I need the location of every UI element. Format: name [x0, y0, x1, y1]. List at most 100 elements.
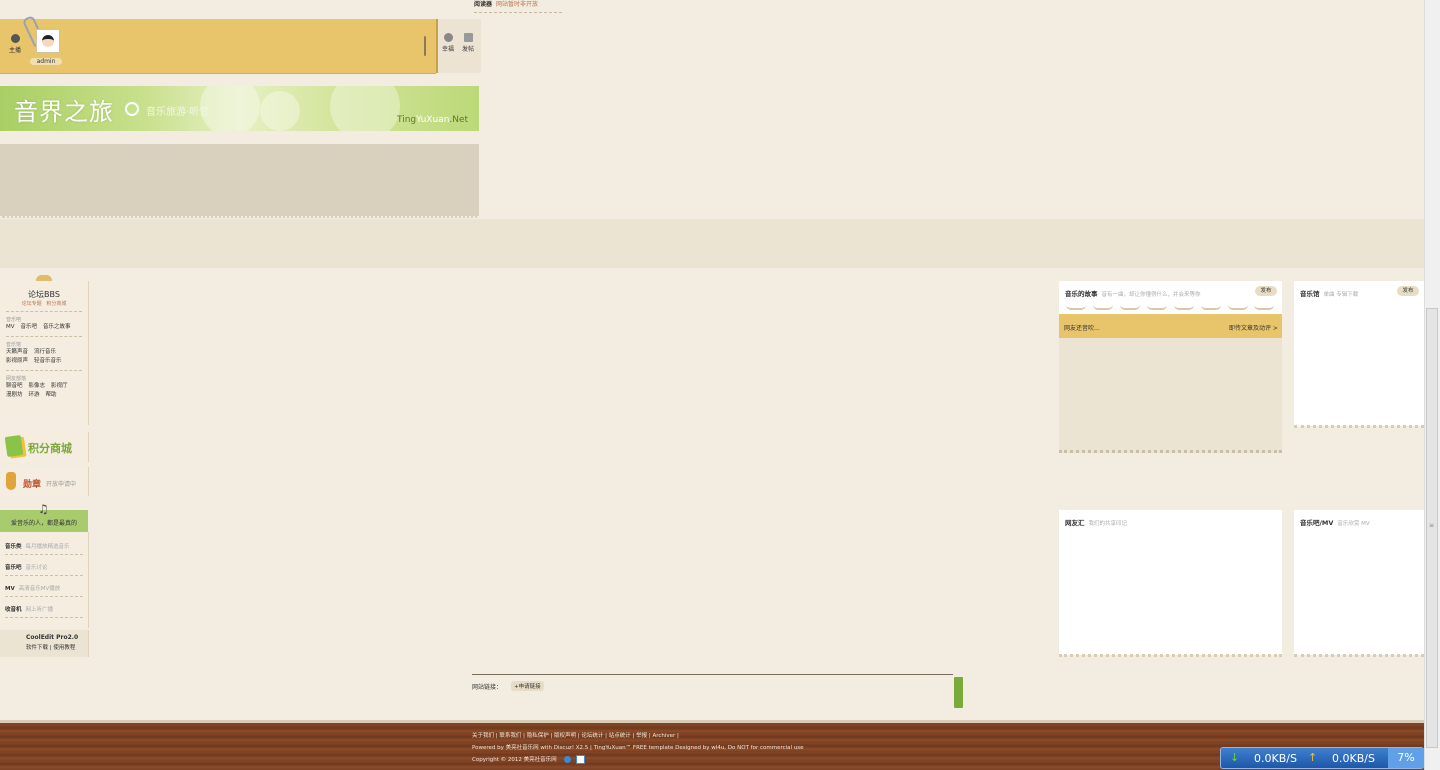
tab-indicator[interactable]	[1228, 305, 1248, 310]
forum-sub-topics[interactable]: 论坛专题	[22, 301, 42, 307]
forum-link[interactable]: MV	[6, 324, 15, 330]
forum-title[interactable]: 论坛BBS	[0, 289, 88, 300]
forum-group-row: 天籁声音 流行音乐	[0, 348, 88, 357]
tab-indicator[interactable]	[1120, 305, 1140, 310]
netfriend-title: 网友汇 我们的共享印记	[1065, 519, 1128, 527]
links-label: 网站链接：	[472, 684, 503, 691]
medal-label[interactable]: 勋章	[23, 477, 41, 490]
music-story-more-link[interactable]: 即传文章及动评 >	[1229, 323, 1278, 332]
user-bar	[0, 19, 436, 74]
broadcast-label: 主播	[8, 47, 21, 54]
forum-link[interactable]: 影视厅	[51, 383, 68, 389]
forum-link[interactable]: 聊音吧	[6, 383, 23, 389]
userbar-scroll-handle[interactable]	[424, 36, 426, 56]
music-list-item[interactable]: 音乐吧 音乐讨论	[5, 563, 48, 571]
music-hall-post-button[interactable]: 发布	[1397, 286, 1419, 296]
forum-subnav: 论坛专题 积分商城	[0, 300, 88, 307]
forum-sub-shop[interactable]: 积分商城	[46, 301, 66, 307]
tab-indicator[interactable]	[1093, 305, 1113, 310]
cooledit-links[interactable]: 软件下载 | 使用教程	[26, 643, 75, 651]
shopping-bag-icon	[4, 434, 24, 458]
bokeh-decoration	[260, 91, 300, 131]
notice-label: 阅读器	[474, 1, 493, 8]
tab-indicator[interactable]	[1254, 305, 1274, 310]
avatar-face-icon	[42, 35, 54, 47]
forum-group-heading: 网友部落	[6, 376, 27, 382]
music-header-title: 爱音乐的人，都是最真的	[10, 520, 77, 527]
points-shop-label[interactable]: 积分商城	[28, 440, 72, 456]
download-arrow-icon: ↓	[1230, 751, 1240, 764]
banner-title: 音界之旅	[14, 98, 114, 126]
music-list: 音乐类 每月播放精选音乐 音乐吧 音乐讨论 MV 高清音乐MV播放 收音机 网上听广播	[0, 532, 89, 628]
security-badge-icon[interactable]	[564, 756, 572, 763]
footer-powered: Powered by 美亮社音乐网 with Discuz! X2.5 | Ti…	[472, 745, 804, 751]
banner-site-name: TingYuXuan.Net	[397, 115, 469, 125]
forum-group-row: 漫剧坊 环游 帮助	[0, 391, 88, 400]
forum-groups: 音乐吧 MV 音乐吧 音乐之故事 音乐馆 天籁声音 流行音乐 影视原声 轻音乐音乐 网友部落 聊音吧…	[0, 316, 88, 400]
happiness-button[interactable]: 幸福	[440, 33, 456, 53]
forum-link[interactable]: 漫剧坊	[6, 392, 23, 398]
footer-copyright: Copyright © 2012 美亮社音乐网	[472, 755, 586, 764]
music-list-item[interactable]: MV 高清音乐MV播放	[5, 584, 60, 592]
post-label: 发帖	[461, 46, 474, 53]
wide-strip	[0, 219, 1424, 268]
medal-icon	[6, 472, 16, 490]
verify-badge-icon[interactable]	[576, 755, 586, 764]
content-placeholder-panel	[0, 144, 479, 218]
netfriend-card: 网友汇 我们的共享印记	[1059, 510, 1282, 657]
cooledit-title[interactable]: CoolEdit Pro2.0	[26, 634, 78, 641]
tab-indicator[interactable]	[1174, 305, 1194, 310]
circle-icon	[125, 102, 139, 116]
forum-link[interactable]: 轻音乐音乐	[34, 358, 62, 364]
forum-link[interactable]: 天籁声音	[6, 349, 28, 355]
tab-indicator[interactable]	[1066, 305, 1086, 310]
forum-link[interactable]: 音乐吧	[21, 324, 38, 330]
music-list-item[interactable]: 收音机 网上听广播	[5, 605, 53, 613]
music-story-post-button[interactable]: 发布	[1255, 286, 1277, 296]
site-notice: 阅读器 网站暂时非开放	[474, 0, 562, 13]
post-button[interactable]: 发帖	[460, 33, 476, 53]
scroll-grip-icon: ≡	[1429, 522, 1435, 529]
upload-arrow-icon: ↑	[1308, 751, 1318, 764]
notice-text[interactable]: 网站暂时非开放	[496, 1, 538, 8]
happiness-label: 幸福	[441, 46, 454, 53]
music-hall-title: 音乐馆 单曲 专辑下载	[1300, 290, 1359, 298]
forum-group-heading: 音乐吧	[6, 317, 22, 323]
music-list-item[interactable]: 音乐类 每月播放精选音乐	[5, 542, 70, 550]
download-speed: 0.0KB/S	[1254, 752, 1297, 765]
microphone-icon	[443, 33, 453, 42]
forum-link[interactable]: 帮助	[46, 392, 57, 398]
forum-group-row: 聊音吧 影像志 影视厅	[0, 382, 88, 391]
forum-card: 论坛BBS 论坛专题 积分商城 音乐吧 MV 音乐吧 音乐之故事 音乐馆 天籁声音 流行音乐…	[0, 281, 89, 425]
microphone-icon	[10, 34, 20, 43]
back-to-top-button[interactable]	[954, 677, 963, 708]
links-divider	[472, 674, 953, 675]
username-label[interactable]: admin	[30, 58, 62, 65]
music-story-band-text: 网友还音吹...	[1064, 325, 1100, 332]
tab-indicator[interactable]	[1201, 305, 1221, 310]
edit-icon	[463, 33, 473, 42]
music-note-icon: ♫	[38, 502, 49, 516]
mv-title: 音乐吧/MV 音乐欣赏 MV	[1300, 519, 1370, 527]
music-story-body	[1059, 338, 1282, 453]
tab-indicator[interactable]	[1147, 305, 1167, 310]
banner-subtitle: 音乐旅游·听音	[146, 107, 210, 118]
forum-group-row: 影视原声 轻音乐音乐	[0, 357, 88, 366]
broadcast-button[interactable]: 主播	[6, 34, 24, 54]
bokeh-decoration	[330, 86, 400, 131]
forum-group-heading: 音乐馆	[6, 342, 22, 348]
avatar[interactable]	[36, 29, 60, 53]
forum-link[interactable]: 影视原声	[6, 358, 28, 364]
forum-group-row: MV 音乐吧 音乐之故事	[0, 323, 88, 332]
music-story-card: 音乐的故事 音有一曲，却让你懂得什么，并会来等你 发布	[1059, 281, 1282, 316]
cpu-usage: 7%	[1388, 748, 1424, 768]
medal-sub: 开放申请中	[46, 481, 77, 488]
footer-links[interactable]: 关于我们 | 联系我们 | 隐私保护 | 版权声明 | 论坛统计 | 站点统计 …	[472, 731, 679, 739]
forum-link[interactable]: 环游	[29, 392, 40, 398]
apply-link-button[interactable]: +申请链接	[511, 681, 544, 691]
forum-link[interactable]: 影像志	[29, 383, 46, 389]
mv-card: 音乐吧/MV 音乐欣赏 MV	[1294, 510, 1424, 657]
forum-link[interactable]: 流行音乐	[34, 349, 56, 355]
forum-link[interactable]: 音乐之故事	[43, 324, 71, 330]
music-story-title: 音乐的故事 音有一曲，却让你懂得什么，并会来等你	[1065, 290, 1201, 298]
